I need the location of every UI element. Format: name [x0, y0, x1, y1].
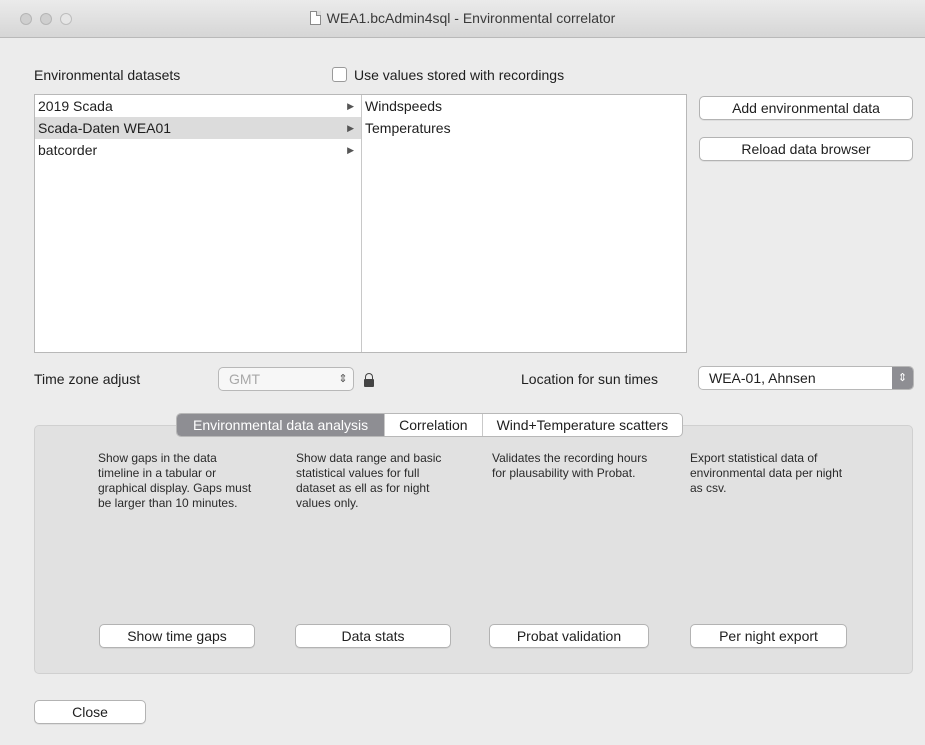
subitem-row[interactable]: Temperatures: [362, 117, 686, 139]
add-environmental-data-button[interactable]: Add environmental data: [699, 96, 913, 120]
probat-validation-description: Validates the recording hours for plausa…: [492, 451, 648, 480]
close-button[interactable]: Close: [34, 700, 146, 724]
dataset-label: Scada-Daten WEA01: [38, 120, 172, 136]
dataset-label: batcorder: [38, 142, 98, 158]
reload-data-browser-button[interactable]: Reload data browser: [699, 137, 913, 161]
updown-icon: ⇕: [892, 367, 913, 389]
dataset-row-selected[interactable]: Scada-Daten WEA01 ▶: [35, 117, 361, 139]
timezone-select: GMT ⇕: [218, 367, 354, 391]
dataset-row[interactable]: batcorder ▶: [35, 139, 361, 161]
subitems-column: Windspeeds Temperatures: [362, 95, 686, 352]
data-stats-description: Show data range and basic statistical va…: [296, 451, 442, 510]
disclosure-arrow-icon: ▶: [347, 101, 354, 111]
title-bar: WEA1.bcAdmin4sql - Environmental correla…: [0, 0, 925, 38]
tab-correlation[interactable]: Correlation: [384, 414, 481, 436]
datasets-label: Environmental datasets: [34, 67, 181, 83]
tab-bar: Environmental data analysis Correlation …: [176, 413, 684, 437]
document-icon: [309, 11, 321, 25]
show-time-gaps-button[interactable]: Show time gaps: [99, 624, 255, 648]
timezone-label: Time zone adjust: [34, 371, 141, 387]
disclosure-arrow-icon: ▶: [347, 123, 354, 133]
window-title: WEA1.bcAdmin4sql - Environmental correla…: [326, 10, 616, 26]
tab-environmental-data-analysis[interactable]: Environmental data analysis: [177, 414, 385, 436]
updown-icon: ⇕: [338, 373, 348, 385]
per-night-export-description: Export statistical data of environmental…: [690, 451, 843, 495]
tab-wind-temperature-scatters[interactable]: Wind+Temperature scatters: [481, 414, 683, 436]
datasets-column: 2019 Scada ▶ Scada-Daten WEA01 ▶ batcorder…: [35, 95, 362, 352]
window-title-wrap: WEA1.bcAdmin4sql - Environmental correla…: [0, 10, 925, 26]
location-select[interactable]: WEA-01, Ahnsen ⇕: [698, 366, 914, 390]
per-night-export-button[interactable]: Per night export: [690, 624, 847, 648]
subitem-label: Windspeeds: [365, 98, 443, 114]
subitem-label: Temperatures: [365, 120, 451, 136]
use-stored-checkbox[interactable]: [332, 67, 347, 82]
location-label: Location for sun times: [521, 371, 658, 387]
subitem-row[interactable]: Windspeeds: [362, 95, 686, 117]
probat-validation-button[interactable]: Probat validation: [489, 624, 649, 648]
time-gaps-description: Show gaps in the data timeline in a tabu…: [98, 451, 252, 510]
disclosure-arrow-icon: ▶: [347, 145, 354, 155]
timezone-value: GMT: [229, 371, 261, 387]
data-browser: 2019 Scada ▶ Scada-Daten WEA01 ▶ batcorder…: [34, 94, 687, 353]
lock-icon[interactable]: [364, 373, 374, 387]
data-stats-button[interactable]: Data stats: [295, 624, 451, 648]
use-stored-label[interactable]: Use values stored with recordings: [354, 67, 564, 83]
dataset-row[interactable]: 2019 Scada ▶: [35, 95, 361, 117]
location-value: WEA-01, Ahnsen: [709, 370, 816, 386]
dataset-label: 2019 Scada: [38, 98, 113, 114]
